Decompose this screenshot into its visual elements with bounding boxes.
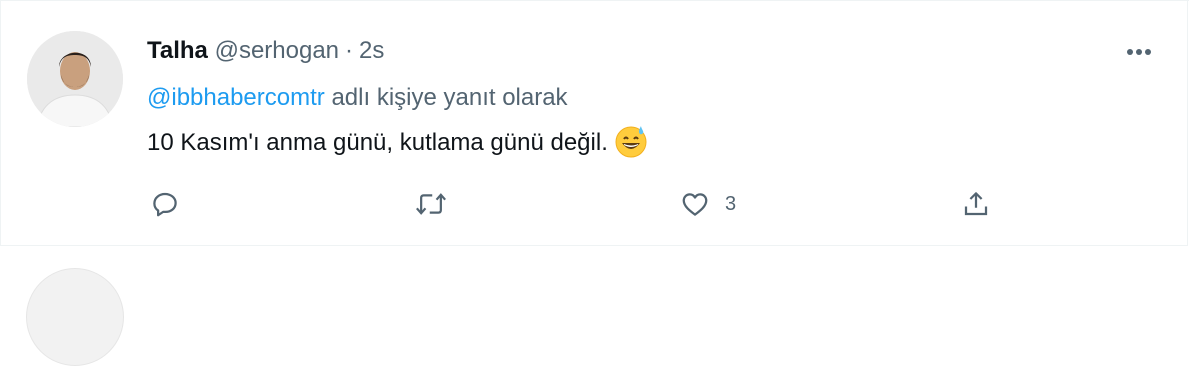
retweet-button[interactable] bbox=[413, 186, 449, 222]
tweet-text-content: 10 Kasım'ı anma günü, kutlama günü değil… bbox=[147, 129, 608, 156]
reply-button[interactable] bbox=[147, 186, 183, 222]
retweet-icon bbox=[413, 186, 449, 222]
separator-dot: · bbox=[345, 37, 354, 64]
reply-icon bbox=[147, 186, 183, 222]
tweet-card[interactable]: Talha @serhogan · 2s @ibbhabercomtr adlı k… bbox=[0, 0, 1189, 246]
avatar-image bbox=[27, 31, 123, 127]
author-name[interactable]: Talha bbox=[147, 37, 208, 64]
reply-context-text: adlı kişiye yanıt olarak bbox=[324, 84, 568, 111]
share-icon bbox=[958, 186, 994, 222]
tweet-header: Talha @serhogan · 2s bbox=[147, 36, 384, 66]
grinning-face-with-sweat-icon bbox=[614, 124, 648, 167]
reply-mention-link[interactable]: @ibbhabercomtr bbox=[147, 84, 325, 111]
like-icon bbox=[677, 186, 713, 222]
more-icon bbox=[1127, 49, 1151, 55]
author-handle[interactable]: @serhogan bbox=[215, 37, 339, 64]
like-button[interactable]: 3 bbox=[677, 186, 736, 222]
next-tweet-avatar[interactable] bbox=[26, 268, 124, 366]
timestamp[interactable]: 2s bbox=[359, 37, 384, 64]
divider bbox=[1, 0, 1189, 1]
avatar[interactable] bbox=[27, 31, 123, 127]
reply-context: @ibbhabercomtr adlı kişiye yanıt olarak bbox=[147, 83, 568, 113]
tweet-text: 10 Kasım'ı anma günü, kutlama günü değil… bbox=[147, 124, 648, 167]
like-count: 3 bbox=[725, 192, 737, 215]
more-options-button[interactable] bbox=[1121, 34, 1157, 70]
share-button[interactable] bbox=[958, 186, 994, 222]
